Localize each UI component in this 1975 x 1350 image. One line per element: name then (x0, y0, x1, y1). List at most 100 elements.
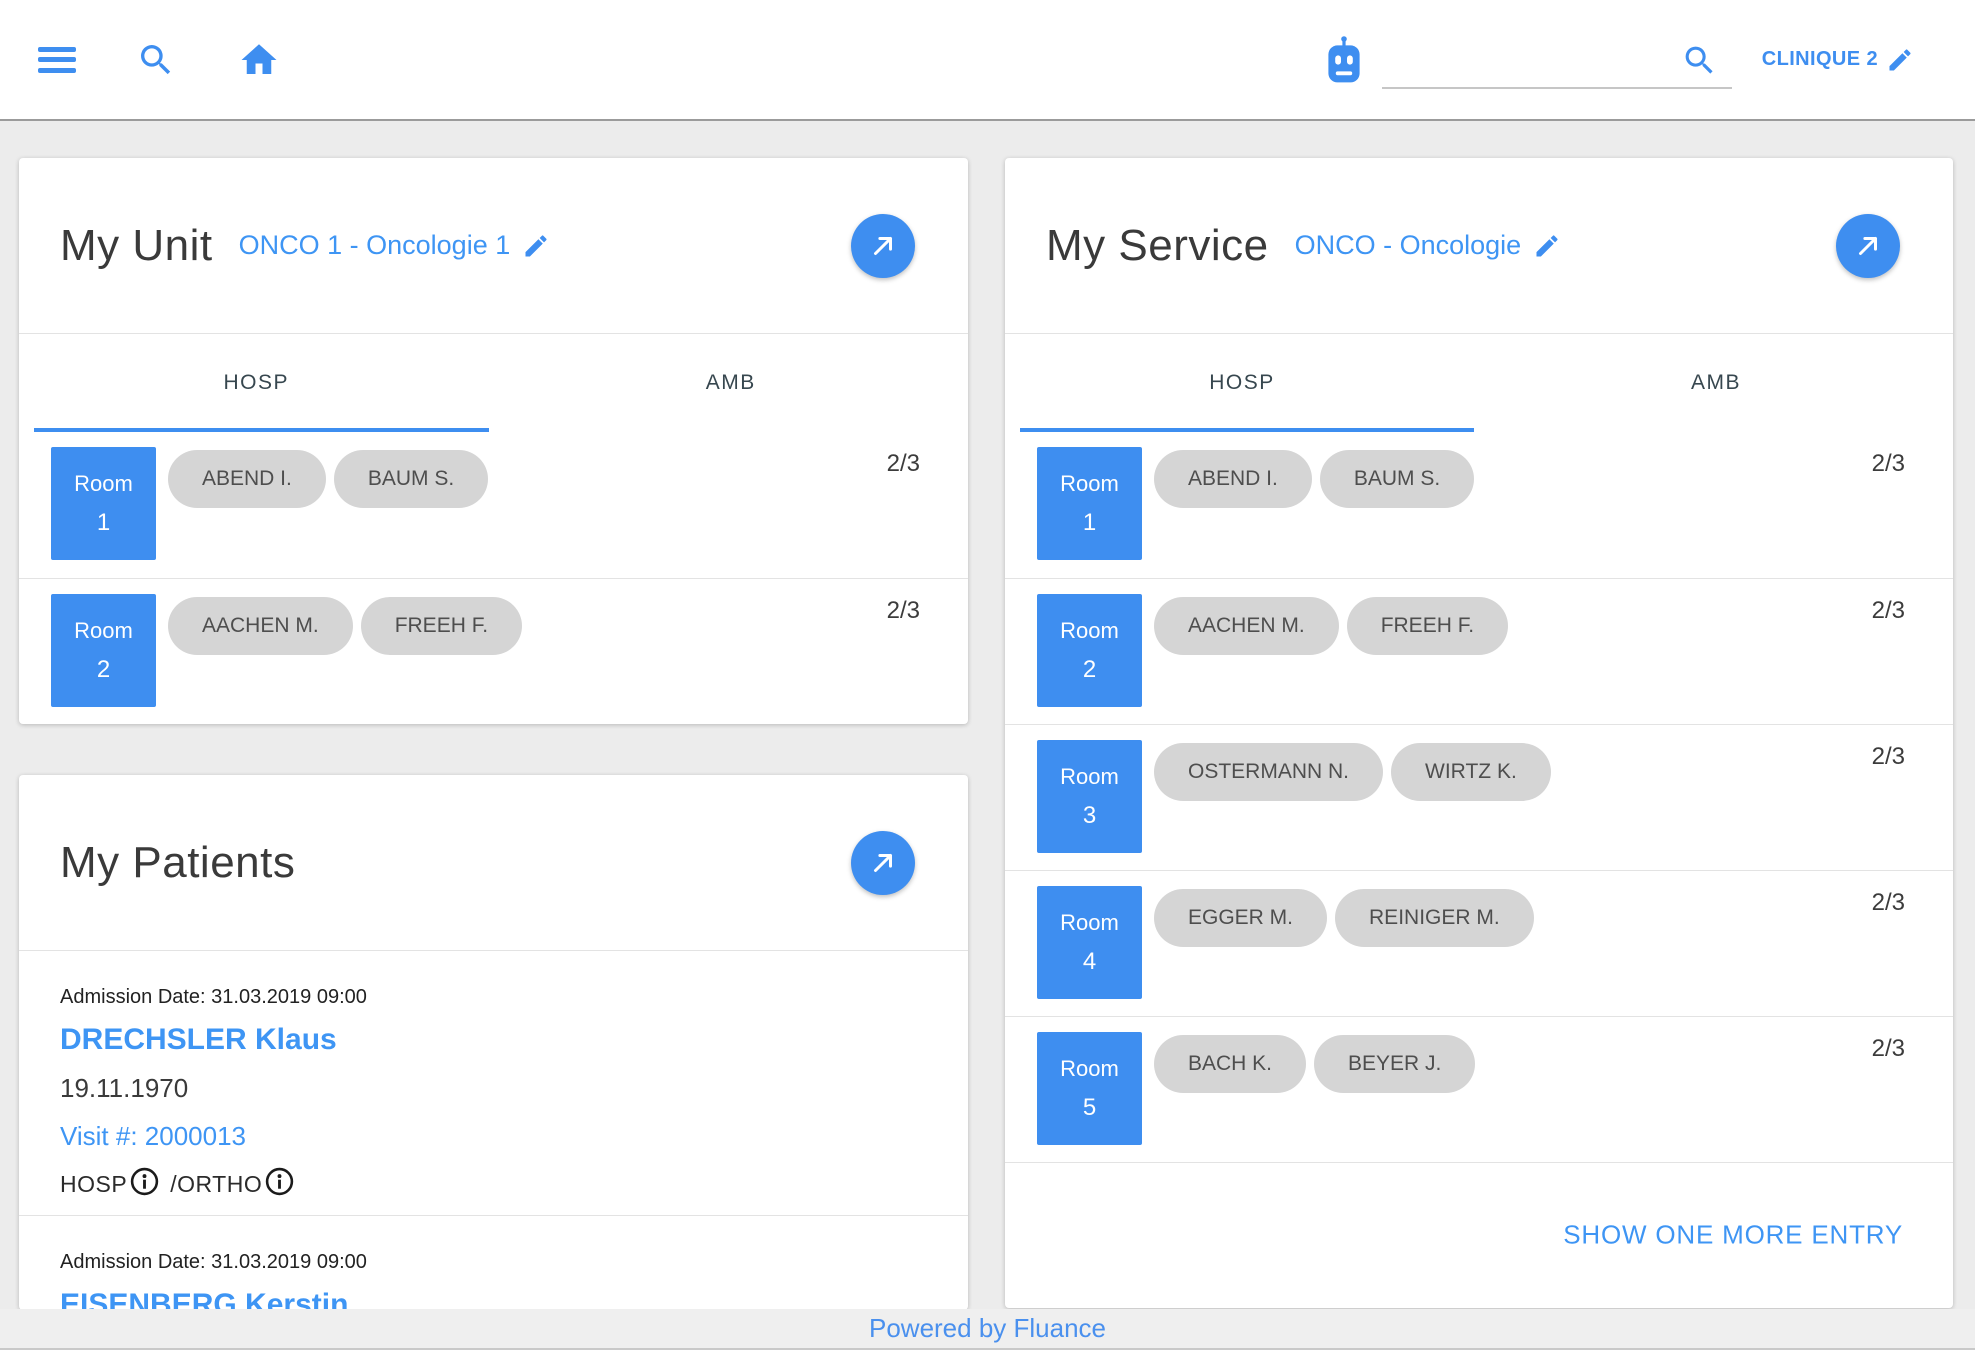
occupancy-count: 2/3 (1872, 597, 1905, 625)
patient-birth-date: 19.11.1970 (60, 1073, 927, 1104)
my-patients-card: My Patients Admission Date: 31.03.2019 0… (19, 775, 968, 1310)
room-number: 3 (1083, 804, 1096, 828)
tab-hosp[interactable]: HOSP (19, 334, 494, 432)
room-label: Room (1060, 766, 1119, 788)
room-row: Room 4 EGGER M. REINIGER M. 2/3 (1005, 870, 1953, 1016)
arrow-north-east-icon (868, 231, 898, 261)
room-button[interactable]: Room 1 (51, 447, 156, 560)
open-my-unit-button[interactable] (851, 214, 915, 278)
room-label: Room (74, 473, 133, 495)
room-button[interactable]: Room 4 (1037, 886, 1142, 999)
patient-entry: Admission Date: 31.03.2019 09:00 DRECHSL… (19, 951, 968, 1215)
room-label: Room (1060, 1058, 1119, 1080)
patient-name-link[interactable]: EISENBERG Kerstin (60, 1288, 927, 1310)
assistant-search-input[interactable] (1382, 37, 1672, 81)
room-number: 1 (1083, 511, 1096, 535)
room-row: Room 1 ABEND I. BAUM S. 2/3 (19, 432, 968, 578)
room-number: 2 (97, 658, 110, 682)
edit-service-icon[interactable] (1533, 232, 1561, 260)
my-unit-card: My Unit ONCO 1 - Oncologie 1 HOSP AMB Ro… (19, 158, 968, 724)
assistant-search-icon[interactable] (1681, 42, 1718, 79)
my-service-tabs: HOSP AMB (1005, 334, 1953, 432)
edit-unit-icon[interactable] (522, 232, 550, 260)
room-label: Room (74, 620, 133, 642)
home-icon (238, 39, 280, 81)
room-label: Room (1060, 912, 1119, 934)
room-row: Room 2 AACHEN M. FREEH F. 2/3 (19, 578, 968, 724)
visit-number-link[interactable]: Visit #: 2000013 (60, 1121, 927, 1152)
room-number: 5 (1083, 1096, 1096, 1120)
assistant-button[interactable] (1320, 35, 1368, 85)
occupancy-count: 2/3 (887, 450, 920, 478)
patient-chip[interactable]: BAUM S. (334, 450, 488, 508)
patient-chips: ABEND I. BAUM S. (1154, 450, 1474, 508)
tab-amb[interactable]: AMB (494, 334, 969, 432)
my-service-card: My Service ONCO - Oncologie HOSP AMB Roo… (1005, 158, 1953, 1308)
my-service-title: My Service (1046, 221, 1269, 271)
room-number: 1 (97, 511, 110, 535)
patient-chips: BACH K. BEYER J. (1154, 1035, 1475, 1093)
assistant-search-field (1382, 31, 1732, 89)
home-button[interactable] (238, 39, 280, 81)
patient-chip[interactable]: BAUM S. (1320, 450, 1474, 508)
my-patients-header: My Patients (19, 775, 968, 950)
patient-chip[interactable]: BEYER J. (1314, 1035, 1475, 1093)
patient-chip[interactable]: EGGER M. (1154, 889, 1327, 947)
patient-entry: Admission Date: 31.03.2019 09:00 EISENBE… (19, 1215, 968, 1310)
room-button[interactable]: Room 1 (1037, 447, 1142, 560)
room-number: 2 (1083, 658, 1096, 682)
open-my-service-button[interactable] (1836, 214, 1900, 278)
show-more-row: SHOW ONE MORE ENTRY (1005, 1162, 1953, 1307)
occupancy-count: 2/3 (1872, 889, 1905, 917)
powered-by-label: Powered by Fluance (869, 1313, 1106, 1344)
patient-chip[interactable]: ABEND I. (1154, 450, 1312, 508)
room-number: 4 (1083, 950, 1096, 974)
search-icon (136, 40, 176, 80)
room-label: Room (1060, 473, 1119, 495)
care-unit-label: HOSP (60, 1171, 127, 1198)
patient-name-link[interactable]: DRECHSLER Klaus (60, 1023, 927, 1057)
my-unit-title: My Unit (60, 221, 213, 271)
menu-button[interactable] (38, 47, 76, 73)
room-button[interactable]: Room 2 (51, 594, 156, 707)
info-icon[interactable] (129, 1166, 160, 1197)
my-service-subtitle: ONCO - Oncologie (1295, 230, 1522, 261)
patient-chip[interactable]: BACH K. (1154, 1035, 1306, 1093)
arrow-north-east-icon (1853, 231, 1883, 261)
open-my-patients-button[interactable] (851, 831, 915, 895)
clinic-selector[interactable]: CLINIQUE 2 (1762, 46, 1914, 74)
my-service-header: My Service ONCO - Oncologie (1005, 158, 1953, 333)
room-row: Room 1 ABEND I. BAUM S. 2/3 (1005, 432, 1953, 578)
room-button[interactable]: Room 2 (1037, 594, 1142, 707)
patient-chip[interactable]: WIRTZ K. (1391, 743, 1551, 801)
search-button[interactable] (136, 40, 176, 80)
patient-chip[interactable]: OSTERMANN N. (1154, 743, 1383, 801)
my-unit-tabs: HOSP AMB (19, 334, 968, 432)
room-row: Room 2 AACHEN M. FREEH F. 2/3 (1005, 578, 1953, 724)
footer-bar: Powered by Fluance (0, 1309, 1975, 1350)
my-service-subtitle-link[interactable]: ONCO - Oncologie (1295, 230, 1562, 261)
arrow-north-east-icon (868, 848, 898, 878)
room-button[interactable]: Room 5 (1037, 1032, 1142, 1145)
tab-amb[interactable]: AMB (1479, 334, 1953, 432)
show-one-more-entry-button[interactable]: SHOW ONE MORE ENTRY (1563, 1220, 1903, 1251)
patient-chips: OSTERMANN N. WIRTZ K. (1154, 743, 1551, 801)
my-patients-title: My Patients (60, 838, 295, 888)
info-icon[interactable] (264, 1166, 295, 1197)
my-unit-subtitle-link[interactable]: ONCO 1 - Oncologie 1 (239, 230, 551, 261)
tab-hosp[interactable]: HOSP (1005, 334, 1479, 432)
care-unit-label: /ORTHO (170, 1171, 262, 1198)
room-button[interactable]: Room 3 (1037, 740, 1142, 853)
hamburger-menu-icon (38, 47, 76, 73)
patient-chip[interactable]: FREEH F. (361, 597, 522, 655)
patient-chips: EGGER M. REINIGER M. (1154, 889, 1534, 947)
occupancy-count: 2/3 (887, 597, 920, 625)
care-units-line: HOSP /ORTHO (60, 1166, 927, 1203)
edit-clinic-icon[interactable] (1886, 46, 1914, 74)
admission-date: Admission Date: 31.03.2019 09:00 (60, 986, 927, 1009)
patient-chip[interactable]: FREEH F. (1347, 597, 1508, 655)
patient-chip[interactable]: AACHEN M. (168, 597, 353, 655)
patient-chip[interactable]: AACHEN M. (1154, 597, 1339, 655)
patient-chip[interactable]: ABEND I. (168, 450, 326, 508)
patient-chip[interactable]: REINIGER M. (1335, 889, 1534, 947)
